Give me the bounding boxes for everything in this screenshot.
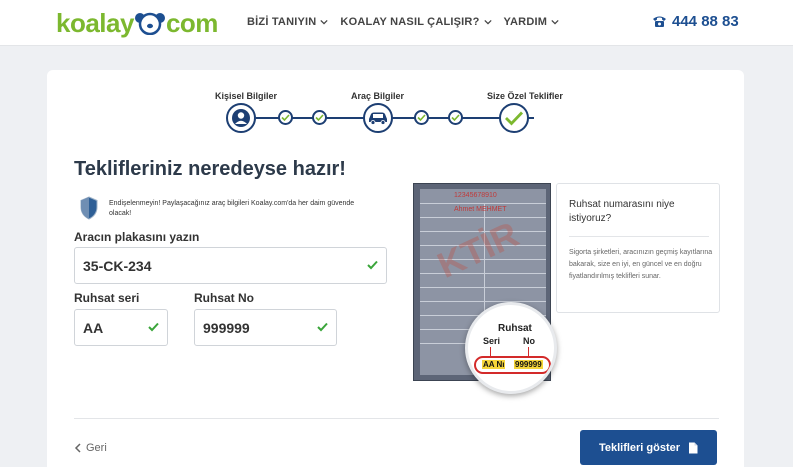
nav-item-label: KOALAY NASIL ÇALIŞIR? bbox=[340, 16, 480, 28]
step-label-vehicle: Araç Bilgiler bbox=[351, 91, 405, 101]
car-icon bbox=[369, 112, 387, 125]
step-dot bbox=[414, 110, 429, 125]
valid-check-icon bbox=[148, 322, 159, 332]
magnifier-title: Ruhsat bbox=[498, 323, 532, 334]
chevron-down-icon bbox=[483, 19, 492, 25]
main-nav: BİZİ TANIYIN KOALAY NASIL ÇALIŞIR? YARDI… bbox=[247, 16, 571, 28]
progress-stepper: Kişisel Bilgiler Araç Bilgiler Size Özel… bbox=[47, 70, 744, 140]
small-check-icon bbox=[315, 114, 324, 122]
logo-text-koalay: koalay bbox=[56, 7, 134, 38]
nav-item-label: BİZİ TANIYIN bbox=[247, 16, 317, 28]
koalay-logo[interactable]: koalay com bbox=[56, 8, 218, 38]
step-vehicle[interactable] bbox=[363, 103, 393, 133]
small-check-icon bbox=[451, 114, 460, 122]
shield-icon bbox=[80, 196, 98, 220]
series-label: Ruhsat seri bbox=[74, 291, 140, 305]
number-label: Ruhsat No bbox=[194, 291, 254, 305]
step-dot bbox=[312, 110, 327, 125]
valid-check-icon bbox=[367, 260, 378, 270]
security-notice-text: Endişelenmeyin! Paylaşacağınız araç bilg… bbox=[109, 200, 355, 217]
security-notice: Endişelenmeyin! Paylaşacağınız araç bilg… bbox=[79, 196, 379, 220]
koala-face-icon bbox=[134, 11, 165, 35]
show-offers-button[interactable]: Teklifleri göster bbox=[580, 430, 717, 465]
info-box: Ruhsat numarasını niye istiyoruz? Sigort… bbox=[556, 183, 720, 313]
page-title: Teklifleriniz neredeyse hazır! bbox=[74, 158, 346, 180]
series-input[interactable]: AA bbox=[74, 309, 168, 346]
number-input-value: 999999 bbox=[203, 319, 250, 336]
back-button-label: Geri bbox=[86, 442, 107, 454]
nav-item-help[interactable]: YARDIM bbox=[504, 16, 560, 28]
magnifier-series-value: AA Nı bbox=[482, 360, 506, 369]
phone-icon bbox=[653, 16, 666, 27]
show-offers-label: Teklifleri göster bbox=[598, 441, 681, 454]
step-personal[interactable] bbox=[226, 103, 256, 133]
magnifier-number-value: 999999 bbox=[514, 360, 543, 369]
stepper-line bbox=[256, 117, 534, 119]
step-offers[interactable] bbox=[499, 103, 529, 133]
nav-item-how-it-works[interactable]: KOALAY NASIL ÇALIŞIR? bbox=[340, 16, 492, 28]
valid-check-icon bbox=[317, 322, 328, 332]
document-watermark: KTİR bbox=[431, 213, 525, 286]
document-icon bbox=[689, 442, 698, 453]
info-box-title: Ruhsat numarasını niye istiyoruz? bbox=[569, 199, 675, 224]
check-icon bbox=[505, 111, 524, 126]
nav-item-about[interactable]: BİZİ TANIYIN bbox=[247, 16, 329, 28]
magnifier-zoom: Ruhsat Seri No AA Nı 999999 bbox=[465, 302, 557, 394]
document-name-text: Ahmet MEHMET bbox=[454, 206, 507, 213]
footer-divider bbox=[74, 418, 719, 419]
step-label-personal: Kişisel Bilgiler bbox=[215, 91, 278, 101]
user-icon bbox=[232, 109, 250, 127]
info-divider bbox=[569, 236, 709, 237]
magnifier-seri-label: Seri bbox=[483, 336, 501, 346]
plate-label: Aracın plakasını yazın bbox=[74, 230, 200, 244]
number-input[interactable]: 999999 bbox=[194, 309, 337, 346]
phone-number-text: 444 88 83 bbox=[672, 13, 739, 30]
small-check-icon bbox=[417, 114, 426, 122]
plate-input[interactable]: 35-CK-234 bbox=[74, 247, 387, 284]
plate-input-value: 35-CK-234 bbox=[83, 257, 152, 274]
chevron-down-icon bbox=[551, 19, 559, 25]
site-header: koalay com BİZİ TANIYIN KOALAY NASIL ÇAL… bbox=[0, 0, 793, 46]
logo-text-com: com bbox=[165, 7, 218, 38]
chevron-down-icon bbox=[320, 19, 329, 25]
small-check-icon bbox=[281, 114, 290, 122]
step-label-offers: Size Özel Teklifler bbox=[487, 91, 563, 101]
chevron-left-icon bbox=[74, 443, 81, 453]
step-dot bbox=[448, 110, 463, 125]
main-card: Kişisel Bilgiler Araç Bilgiler Size Özel… bbox=[47, 70, 744, 467]
info-box-body: Sigorta şirketleri, aracınızın geçmiş ka… bbox=[569, 249, 713, 280]
magnifier-no-label: No bbox=[523, 336, 535, 346]
series-input-value: AA bbox=[83, 319, 104, 336]
document-number-text: 12345678910 bbox=[454, 192, 497, 199]
phone-number[interactable]: 444 88 83 bbox=[652, 13, 739, 30]
back-button[interactable]: Geri bbox=[74, 442, 107, 454]
nav-item-label: YARDIM bbox=[503, 16, 548, 28]
step-dot bbox=[278, 110, 293, 125]
